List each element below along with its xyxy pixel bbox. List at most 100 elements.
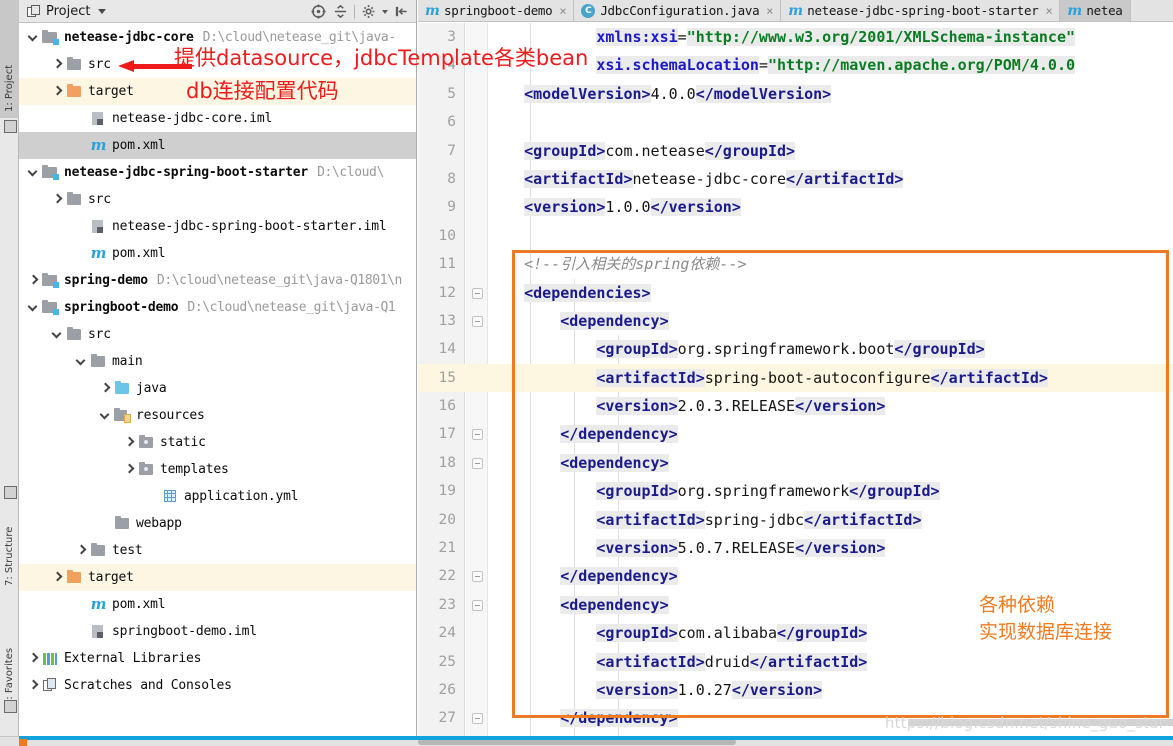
- tree-node-static[interactable]: static: [19, 429, 416, 456]
- gear-dropdown-arrow-icon[interactable]: [380, 1, 390, 23]
- fold-marker-icon[interactable]: [472, 599, 483, 611]
- project-tree[interactable]: netease-jdbc-core D:\cloud\netease_git\ja…: [19, 24, 416, 736]
- close-icon[interactable]: ×: [559, 4, 566, 18]
- toolwindow-button-project[interactable]: 1: Project: [0, 0, 19, 118]
- maven-icon: m: [788, 2, 803, 19]
- maven-icon: m: [90, 244, 107, 262]
- chevron-right-icon[interactable]: [27, 679, 40, 692]
- tree-node-path: D:\cloud\: [317, 165, 384, 180]
- chevron-down-icon[interactable]: [75, 355, 88, 368]
- code-token: </artifactId>: [930, 368, 1048, 387]
- settings-gear-icon[interactable]: [358, 1, 380, 23]
- chevron-right-icon[interactable]: [123, 463, 136, 476]
- chevron-down-icon[interactable]: [51, 328, 64, 341]
- tree-node-webapp[interactable]: webapp: [19, 510, 416, 537]
- editor-tab-jdbcconfiguration-java[interactable]: C JdbcConfiguration.java ×: [574, 0, 782, 21]
- tree-node-pom-xml[interactable]: m pom.xml: [19, 240, 416, 267]
- tree-node-src[interactable]: src: [19, 321, 416, 348]
- chevron-down-icon[interactable]: [27, 31, 40, 44]
- tree-node-label: spring-demo: [64, 273, 148, 288]
- tree-node-resources[interactable]: resources: [19, 402, 416, 429]
- tree-node-label: External Libraries: [64, 651, 202, 666]
- fold-marker-icon[interactable]: [472, 571, 483, 583]
- chevron-down-icon[interactable]: [99, 409, 112, 422]
- hide-panel-icon[interactable]: [390, 1, 412, 23]
- maven-icon: m: [425, 2, 440, 19]
- toolwindow-button-favorites[interactable]: 2: Favorites: [0, 600, 19, 710]
- editor-tab-netea[interactable]: m netea: [1060, 0, 1131, 21]
- code-line: 25 <artifactId>druid</artifactId>: [418, 648, 1173, 676]
- tree-node-netease-jdbc-spring-boot-starter-iml[interactable]: netease-jdbc-spring-boot-starter.iml: [19, 213, 416, 240]
- tree-node-external-libraries[interactable]: External Libraries: [19, 645, 416, 672]
- tree-node-spring-demo[interactable]: spring-demo D:\cloud\netease_git\java-Q18…: [19, 267, 416, 294]
- code-line-text: </dependency>: [488, 562, 678, 590]
- line-number: 21: [438, 540, 456, 557]
- maven-icon: m: [90, 595, 107, 613]
- chevron-right-icon[interactable]: [51, 193, 64, 206]
- chevron-down-icon[interactable]: [27, 301, 40, 314]
- code-line: 6: [418, 108, 1173, 136]
- toolwindow-button-structure[interactable]: 7: Structure: [0, 490, 19, 590]
- chevron-right-icon[interactable]: [51, 85, 64, 98]
- tree-node-target[interactable]: target: [19, 564, 416, 591]
- tree-node-scratches-and-consoles[interactable]: Scratches and Consoles: [19, 672, 416, 699]
- close-icon[interactable]: ×: [1045, 4, 1052, 18]
- chevron-down-icon[interactable]: [98, 8, 107, 14]
- chevron-right-icon[interactable]: [99, 382, 112, 395]
- tree-node-java[interactable]: java: [19, 375, 416, 402]
- tree-node-application-yml[interactable]: application.yml: [19, 483, 416, 510]
- code-token: xsi.schemaLocation: [596, 56, 759, 75]
- tree-node-springboot-demo[interactable]: springboot-demo D:\cloud\netease_git\java…: [19, 294, 416, 321]
- collapse-all-icon[interactable]: [329, 1, 351, 23]
- tree-node-netease-jdbc-core-iml[interactable]: netease-jdbc-core.iml: [19, 105, 416, 132]
- code-line-text: <version>1.0.27</version>: [488, 676, 823, 704]
- fold-marker-icon[interactable]: [472, 429, 483, 441]
- fold-marker-icon[interactable]: [472, 457, 483, 469]
- editor-tab-springboot-demo[interactable]: m springboot-demo ×: [418, 0, 575, 21]
- fold-marker-icon[interactable]: [472, 713, 483, 725]
- fold-marker-icon[interactable]: [472, 315, 483, 327]
- tree-node-pom-xml[interactable]: m pom.xml: [19, 591, 416, 618]
- tree-node-test[interactable]: test: [19, 537, 416, 564]
- tree-node-pom-xml[interactable]: m pom.xml: [19, 132, 416, 159]
- chevron-right-icon[interactable]: [27, 652, 40, 665]
- tree-node-label: target: [88, 570, 134, 585]
- locate-icon[interactable]: [307, 1, 329, 23]
- chevron-right-icon[interactable]: [51, 58, 64, 71]
- iml-icon: [90, 624, 107, 639]
- folder-dot-icon: [138, 435, 155, 450]
- tree-node-src[interactable]: src: [19, 186, 416, 213]
- chevron-right-icon[interactable]: [75, 544, 88, 557]
- chevron-right-icon[interactable]: [123, 436, 136, 449]
- code-token: "http://maven.apache.org/POM/4.0.0: [767, 56, 1076, 75]
- chevron-down-icon[interactable]: [27, 166, 40, 179]
- fold-marker-icon[interactable]: [472, 287, 483, 299]
- tree-node-springboot-demo-iml[interactable]: springboot-demo.iml: [19, 618, 416, 645]
- toolwindow-button-structure-label: 7: Structure: [4, 526, 15, 586]
- code-token: spring-jdbc: [704, 510, 805, 529]
- tree-node-netease-jdbc-spring-boot-starter[interactable]: netease-jdbc-spring-boot-starter D:\cloud…: [19, 159, 416, 186]
- tree-node-templates[interactable]: templates: [19, 456, 416, 483]
- editor-tab-netease-jdbc-spring-boot-starter[interactable]: m netease-jdbc-spring-boot-starter ×: [781, 0, 1061, 21]
- chevron-right-icon[interactable]: [51, 571, 64, 584]
- orange-annotation-text: 各种依赖 实现数据库连接: [979, 592, 1159, 646]
- code-line: 17 </dependency>: [418, 420, 1173, 448]
- project-panel-title-group[interactable]: Project: [19, 4, 107, 19]
- editor-tab-bar[interactable]: m springboot-demo × C JdbcConfiguration.java…: [418, 0, 1173, 22]
- code-line: 7 <groupId>com.netease</groupId>: [418, 137, 1173, 165]
- code-line: 9 <version>1.0.0</version>: [418, 193, 1173, 221]
- code-token: </groupId>: [894, 340, 985, 359]
- tree-node-main[interactable]: main: [19, 348, 416, 375]
- tree-node-label: netease-jdbc-spring-boot-starter: [64, 165, 309, 180]
- close-icon[interactable]: ×: [766, 4, 773, 18]
- chevron-right-icon[interactable]: [27, 274, 40, 287]
- code-token: =: [677, 28, 687, 46]
